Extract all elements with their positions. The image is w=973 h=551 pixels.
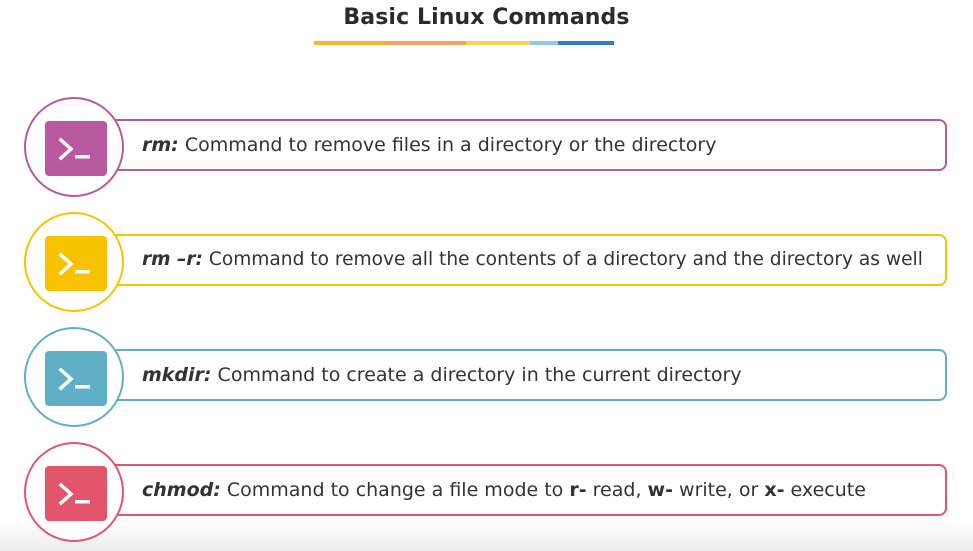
terminal-icon bbox=[45, 236, 107, 291]
terminal-icon bbox=[45, 121, 107, 176]
command-name: rm –r: bbox=[142, 249, 203, 270]
icon-circle bbox=[24, 442, 124, 542]
command-name: rm: bbox=[142, 134, 179, 156]
command-name: mkdir: bbox=[142, 364, 212, 386]
command-card: rm –r: Command to remove all the content… bbox=[104, 234, 947, 286]
command-row-rm-r: rm –r: Command to remove all the content… bbox=[24, 212, 950, 312]
command-description: Command to create a directory in the cur… bbox=[211, 364, 742, 386]
mode-read: r- bbox=[569, 479, 587, 501]
command-description-part: write, or bbox=[672, 479, 765, 501]
command-text: rm: Command to remove files in a directo… bbox=[142, 134, 716, 156]
command-description: Command to remove files in a directory o… bbox=[178, 134, 717, 156]
mode-execute: x- bbox=[764, 479, 785, 501]
command-card: chmod: Command to change a file mode to … bbox=[104, 464, 947, 516]
command-card: rm: Command to remove files in a directo… bbox=[104, 119, 947, 171]
command-card: mkdir: Command to create a directory in … bbox=[104, 349, 947, 401]
command-name: chmod: bbox=[142, 479, 221, 501]
command-row-chmod: chmod: Command to change a file mode to … bbox=[24, 442, 950, 542]
command-description-part: read, bbox=[586, 479, 648, 501]
command-text: chmod: Command to change a file mode to … bbox=[142, 479, 866, 501]
icon-circle bbox=[24, 212, 124, 312]
terminal-icon bbox=[45, 466, 107, 521]
mode-write: w- bbox=[647, 479, 673, 501]
command-description: Command to remove all the contents of a … bbox=[202, 249, 923, 270]
command-row-rm: rm: Command to remove files in a directo… bbox=[24, 97, 950, 197]
command-row-mkdir: mkdir: Command to create a directory in … bbox=[24, 327, 950, 427]
title-underline bbox=[314, 41, 614, 45]
terminal-icon bbox=[45, 351, 107, 406]
page-title: Basic Linux Commands bbox=[343, 5, 630, 30]
command-description-part: Command to change a file mode to bbox=[220, 479, 570, 501]
icon-circle bbox=[24, 97, 124, 197]
icon-circle bbox=[24, 327, 124, 427]
command-description-part: execute bbox=[784, 479, 866, 501]
command-text: rm –r: Command to remove all the content… bbox=[142, 249, 923, 270]
command-text: mkdir: Command to create a directory in … bbox=[142, 364, 742, 386]
